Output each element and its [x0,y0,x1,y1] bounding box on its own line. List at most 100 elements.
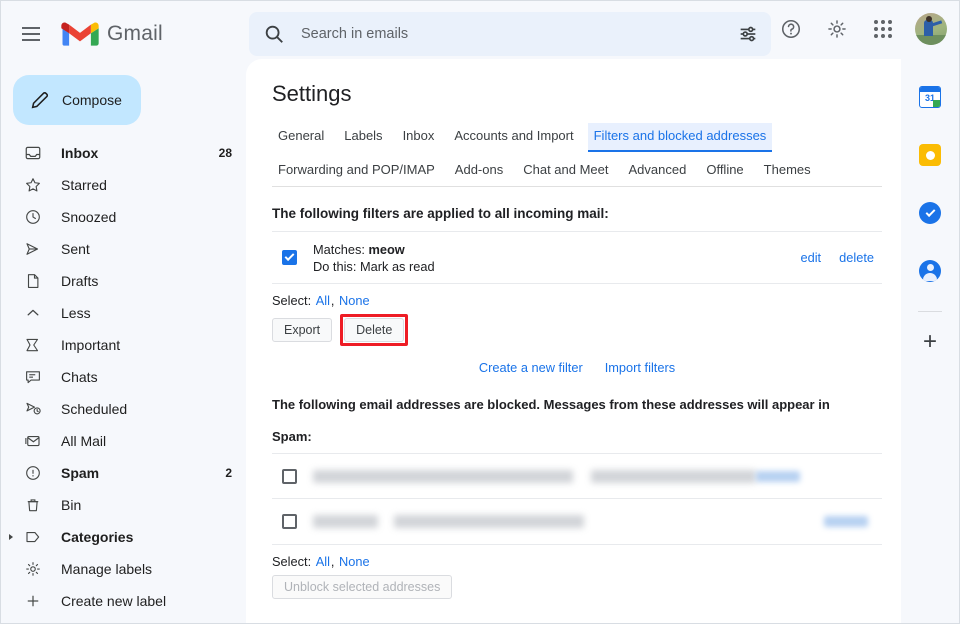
top-bar-actions [771,9,953,49]
sidebar-item-label: Inbox [61,145,219,161]
blocked-button-row: Unblock selected addresses [272,575,882,599]
search-options-icon[interactable] [725,12,771,56]
sidebar-item-starred[interactable]: Starred [1,169,246,201]
help-icon[interactable] [771,9,811,49]
delete-filters-button[interactable]: Delete [344,318,404,342]
blocked-addresses-heading: The following email addresses are blocke… [272,395,882,414]
label-tag-icon [23,527,43,547]
search-icon [263,23,285,45]
scheduled-send-icon [23,399,43,419]
rail-divider [918,311,942,312]
sidebar-item-all-mail[interactable]: All Mail [1,425,246,457]
filter-matches-label: Matches: [313,242,365,257]
tab-inbox[interactable]: Inbox [397,123,441,152]
sidebar-item-label: Bin [61,497,232,513]
gmail-brand[interactable]: Gmail [61,20,163,48]
sidebar-item-label: Less [61,305,232,321]
expand-caret-icon[interactable] [9,534,13,540]
brand-label: Gmail [107,22,163,46]
create-new-filter-link[interactable]: Create a new filter [479,360,583,375]
sidebar-item-inbox[interactable]: Inbox 28 [1,137,246,169]
tab-general[interactable]: General [272,123,330,152]
sidebar-item-label: Drafts [61,273,232,289]
calendar-glyph: 31 [919,86,941,108]
filter-delete-link[interactable]: delete [839,250,874,265]
tab-advanced[interactable]: Advanced [623,157,693,186]
sidebar-item-chats[interactable]: Chats [1,361,246,393]
apps-grid-dots [874,20,892,38]
sidebar-item-label: Create new label [61,593,232,609]
blocked-select-row: Select: All, None [272,554,882,569]
sidebar-item-less[interactable]: Less [1,297,246,329]
sidebar-item-create-new-label[interactable]: Create new label [1,585,246,617]
search-input[interactable] [301,26,725,42]
sidebar-item-categories[interactable]: Categories [1,521,246,553]
sidebar-item-label: Chats [61,369,232,385]
sidebar-item-important[interactable]: Important [1,329,246,361]
blocked-row-checkbox[interactable] [282,469,297,484]
import-filters-link[interactable]: Import filters [605,360,675,375]
filter-row-checkbox[interactable] [282,250,297,265]
google-tasks-icon[interactable] [910,193,950,233]
sidebar-item-label: Starred [61,177,232,193]
tab-forwarding-and-pop-imap[interactable]: Forwarding and POP/IMAP [272,157,441,186]
google-keep-icon[interactable] [910,135,950,175]
sidebar-item-count: 28 [219,146,232,160]
settings-tabs-row-1: General Labels Inbox Accounts and Import… [272,123,882,152]
gmail-settings-window: Gmail [0,0,960,624]
sidebar-item-drafts[interactable]: Drafts [1,265,246,297]
sidebar-item-label: Manage labels [61,561,232,577]
google-contacts-icon[interactable] [910,251,950,291]
unblock-selected-addresses-button[interactable]: Unblock selected addresses [272,575,452,599]
gear-icon[interactable] [817,9,857,49]
tab-labels[interactable]: Labels [338,123,388,152]
hamburger-menu-icon[interactable] [11,14,51,54]
filters-heading: The following filters are applied to all… [272,206,882,221]
tab-offline[interactable]: Offline [700,157,749,186]
filter-matches-line: Matches: meow [313,241,800,258]
tab-themes[interactable]: Themes [758,157,817,186]
blocked-select-all-link[interactable]: All [316,554,330,569]
blocked-row-action-redacted[interactable] [756,471,800,482]
sidebar-item-scheduled[interactable]: Scheduled [1,393,246,425]
delete-button-highlight: Delete [340,314,408,346]
send-icon [23,239,43,259]
google-calendar-icon[interactable]: 31 [910,77,950,117]
blocked-spam-label: Spam: [272,429,882,444]
sidebar-item-label: Snoozed [61,209,232,225]
sidebar-item-bin[interactable]: Bin [1,489,246,521]
filters-select-separator: , [331,293,335,308]
sidebar-item-spam[interactable]: Spam 2 [1,457,246,489]
tab-chat-and-meet[interactable]: Chat and Meet [517,157,614,186]
export-filters-button[interactable]: Export [272,318,332,342]
blocked-select-none-link[interactable]: None [339,554,370,569]
blocked-row-checkbox[interactable] [282,514,297,529]
page-title: Settings [272,81,903,107]
filters-button-row: Export Delete [272,314,882,346]
apps-grid-icon[interactable] [863,9,903,49]
tab-add-ons[interactable]: Add-ons [449,157,509,186]
left-sidebar: Compose Inbox 28 Starred [1,67,246,624]
filters-select-row: Select: All, None [272,293,882,308]
tab-accounts-and-import[interactable]: Accounts and Import [448,123,579,152]
filter-row-actions: edit delete [800,250,882,265]
sidebar-item-manage-labels[interactable]: Manage labels [1,553,246,585]
compose-button[interactable]: Compose [13,75,141,125]
add-side-panel-app-icon[interactable]: + [923,330,937,354]
tasks-glyph [919,202,941,224]
filters-center-links: Create a new filter Import filters [272,360,882,375]
settings-tabs-row-2: Forwarding and POP/IMAP Add-ons Chat and… [272,157,882,186]
sidebar-item-label: Categories [61,529,232,545]
sidebar-item-label: Important [61,337,232,353]
sidebar-item-snoozed[interactable]: Snoozed [1,201,246,233]
search-bar[interactable] [249,12,771,56]
settings-labels-icon [23,559,43,579]
filters-select-all-link[interactable]: All [316,293,330,308]
sidebar-item-sent[interactable]: Sent [1,233,246,265]
tab-filters-and-blocked-addresses[interactable]: Filters and blocked addresses [588,123,773,152]
user-avatar[interactable] [915,13,947,45]
blocked-row-action-redacted[interactable] [824,516,868,527]
filter-edit-link[interactable]: edit [800,250,821,265]
right-side-rail: 31 + [901,59,959,624]
filters-select-none-link[interactable]: None [339,293,370,308]
